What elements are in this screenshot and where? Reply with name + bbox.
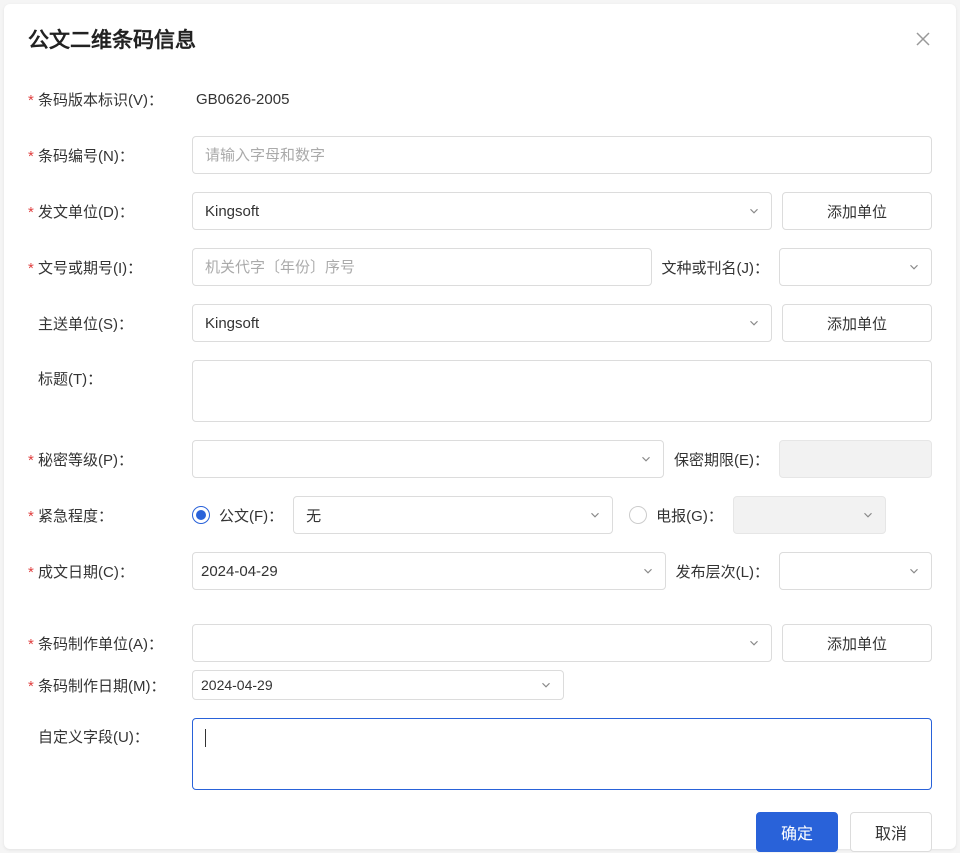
dialog-title: 公文二维条码信息 [28, 24, 196, 54]
add-barcode-unit-button[interactable]: 添加单位 [782, 624, 932, 662]
custom-field-textarea[interactable] [192, 718, 932, 790]
row-send-unit: * 发文单位(D)： Kingsoft 添加单位 [28, 192, 932, 230]
required-mark: * [28, 678, 36, 695]
row-secret: * 秘密等级(P)： 保密期限(E)： [28, 440, 932, 478]
label-doc-type: 文种或刊名(J)： [662, 257, 770, 278]
row-doc-number: * 文号或期号(I)： 文种或刊名(J)： [28, 248, 932, 286]
required-mark: * [28, 508, 36, 525]
required-mark: * [28, 564, 36, 581]
form-content: * 条码版本标识(V)： GB0626-2005 * 条码编号(N)： * 发文… [28, 80, 932, 808]
required-mark: * [28, 452, 36, 469]
publish-level-select[interactable] [779, 552, 932, 590]
urgency-official-value: 无 [306, 505, 321, 526]
row-barcode-date: * 条码制作日期(M)： 2024-04-29 [28, 670, 932, 700]
required-mark: * [28, 148, 36, 165]
doc-type-select[interactable] [779, 248, 932, 286]
row-version: * 条码版本标识(V)： GB0626-2005 [28, 80, 932, 118]
main-send-value: Kingsoft [205, 315, 259, 332]
barcode-no-input[interactable] [192, 136, 932, 174]
row-urgency: * 紧急程度： 公文(F)： 无 电报(G)： [28, 496, 932, 534]
required-mark: * [28, 260, 36, 277]
row-compose-date: * 成文日期(C)： 2024-04-29 发布层次(L)： [28, 552, 932, 590]
barcode-unit-select[interactable] [192, 624, 772, 662]
compose-date-select[interactable]: 2024-04-29 [192, 552, 666, 590]
label-telegram: 电报(G)： [656, 505, 723, 526]
chevron-down-icon [747, 636, 761, 650]
chevron-down-icon [641, 564, 655, 578]
confirm-button[interactable]: 确定 [756, 812, 838, 852]
row-custom-field: * 自定义字段(U)： [28, 718, 932, 790]
add-send-unit-button[interactable]: 添加单位 [782, 192, 932, 230]
secret-period-input [779, 440, 932, 478]
label-custom-field: 自定义字段(U)： [38, 726, 149, 747]
row-barcode-no: * 条码编号(N)： [28, 136, 932, 174]
label-barcode-date: 条码制作日期(M)： [38, 675, 166, 696]
dialog-header: 公文二维条码信息 [28, 24, 932, 54]
send-unit-select[interactable]: Kingsoft [192, 192, 772, 230]
label-barcode-no: 条码编号(N)： [38, 145, 134, 166]
title-textarea[interactable] [192, 360, 932, 422]
required-mark: * [28, 92, 36, 109]
compose-date-value: 2024-04-29 [201, 563, 278, 580]
chevron-down-icon [907, 260, 921, 274]
label-official: 公文(F)： [219, 505, 283, 526]
label-secret-level: 秘密等级(P)： [38, 449, 133, 470]
label-compose-date: 成文日期(C)： [38, 561, 134, 582]
chevron-down-icon [539, 678, 553, 692]
label-urgency: 紧急程度： [38, 505, 113, 526]
dialog-footer: 确定 取消 [28, 812, 932, 852]
label-send-unit: 发文单位(D)： [38, 201, 134, 222]
send-unit-value: Kingsoft [205, 203, 259, 220]
radio-telegram-group[interactable]: 电报(G)： [629, 505, 723, 526]
radio-official-group[interactable]: 公文(F)： [192, 505, 283, 526]
text-cursor [205, 729, 206, 747]
version-value: GB0626-2005 [192, 91, 289, 108]
close-icon[interactable] [914, 30, 932, 48]
label-doc-number: 文号或期号(I)： [38, 257, 142, 278]
row-barcode-unit: * 条码制作单位(A)： 添加单位 [28, 624, 932, 662]
radio-telegram[interactable] [629, 506, 647, 524]
chevron-down-icon [747, 204, 761, 218]
chevron-down-icon [861, 508, 875, 522]
barcode-info-dialog: 公文二维条码信息 * 条码版本标识(V)： GB0626-2005 * 条码编号… [4, 4, 956, 849]
row-title: * 标题(T)： [28, 360, 932, 422]
barcode-date-value: 2024-04-29 [201, 677, 273, 693]
radio-official[interactable] [192, 506, 210, 524]
urgency-telegram-select [733, 496, 886, 534]
label-main-send: 主送单位(S)： [38, 313, 133, 334]
main-send-select[interactable]: Kingsoft [192, 304, 772, 342]
add-main-send-button[interactable]: 添加单位 [782, 304, 932, 342]
label-barcode-unit: 条码制作单位(A)： [38, 633, 163, 654]
label-secret-period: 保密期限(E)： [674, 449, 769, 470]
chevron-down-icon [639, 452, 653, 466]
label-title: 标题(T)： [38, 368, 102, 389]
secret-level-select[interactable] [192, 440, 664, 478]
label-version: 条码版本标识(V)： [38, 89, 163, 110]
row-main-send: * 主送单位(S)： Kingsoft 添加单位 [28, 304, 932, 342]
chevron-down-icon [588, 508, 602, 522]
label-publish-level: 发布层次(L)： [676, 561, 769, 582]
required-mark: * [28, 204, 36, 221]
required-mark: * [28, 636, 36, 653]
chevron-down-icon [747, 316, 761, 330]
chevron-down-icon [907, 564, 921, 578]
cancel-button[interactable]: 取消 [850, 812, 932, 852]
barcode-date-select[interactable]: 2024-04-29 [192, 670, 564, 700]
urgency-official-select[interactable]: 无 [293, 496, 613, 534]
doc-number-input[interactable] [192, 248, 652, 286]
